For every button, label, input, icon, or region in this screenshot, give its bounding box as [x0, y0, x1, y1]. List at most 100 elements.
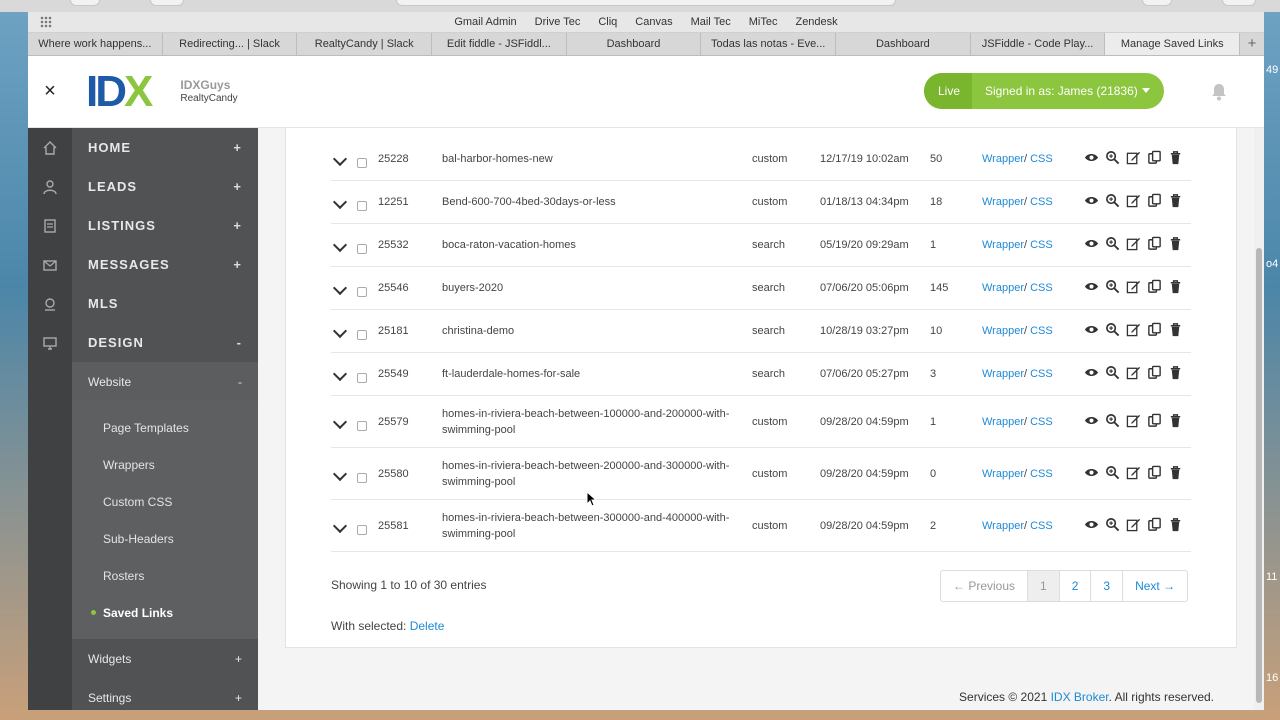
eye-icon[interactable] — [1084, 279, 1099, 297]
row-checkbox[interactable] — [357, 420, 367, 431]
expand-row-chevron-icon[interactable] — [331, 366, 353, 382]
css-link[interactable]: CSS — [1030, 196, 1053, 208]
css-link[interactable]: CSS — [1030, 368, 1053, 380]
rail-home[interactable] — [28, 128, 72, 167]
eye-icon[interactable] — [1084, 236, 1099, 254]
wrapper-link[interactable]: Wrapper — [982, 416, 1024, 428]
idx-logo[interactable]: IDX — [86, 69, 153, 114]
expand-row-chevron-icon[interactable] — [331, 323, 353, 339]
sidebar-item-design[interactable]: DESIGN - — [72, 323, 258, 362]
pagination-previous[interactable]: ← Previous — [941, 571, 1029, 601]
apps-grid-icon[interactable] — [40, 16, 52, 28]
row-checkbox[interactable] — [357, 330, 367, 340]
edit-icon[interactable] — [1126, 365, 1141, 383]
edit-icon[interactable] — [1126, 193, 1141, 211]
copy-icon[interactable] — [1147, 413, 1162, 431]
edit-icon[interactable] — [1126, 465, 1141, 483]
sidebar-item-wrappers[interactable]: Wrappers — [72, 446, 258, 483]
css-link[interactable]: CSS — [1030, 416, 1053, 428]
css-link[interactable]: CSS — [1030, 239, 1053, 251]
sidebar-item-mls[interactable]: MLS — [72, 284, 258, 323]
zoom-icon[interactable] — [1105, 279, 1120, 297]
sidebar-item-home[interactable]: HOME + — [72, 128, 258, 167]
zoom-icon[interactable] — [1105, 193, 1120, 211]
browser-tab[interactable]: Dashboard — [836, 33, 971, 55]
css-link[interactable]: CSS — [1030, 153, 1053, 165]
close-icon[interactable]: × — [28, 80, 72, 103]
row-checkbox[interactable] — [357, 373, 367, 383]
css-link[interactable]: CSS — [1030, 282, 1053, 294]
toolbar-button[interactable] — [1142, 0, 1172, 6]
sidebar-item-rosters[interactable]: Rosters — [72, 557, 258, 594]
bookmark-gmail-admin[interactable]: Gmail Admin — [454, 16, 516, 28]
sidebar-item-website[interactable]: Website - — [72, 362, 258, 401]
trash-icon[interactable] — [1168, 193, 1183, 211]
row-checkbox[interactable] — [357, 158, 367, 168]
trash-icon[interactable] — [1168, 365, 1183, 383]
copy-icon[interactable] — [1147, 365, 1162, 383]
sidebar-item-settings[interactable]: Settings + — [72, 678, 258, 710]
pagination-page-1[interactable]: 1 — [1028, 571, 1060, 601]
eye-icon[interactable] — [1084, 517, 1099, 535]
sidebar-item-messages[interactable]: MESSAGES + — [72, 245, 258, 284]
zoom-icon[interactable] — [1105, 150, 1120, 168]
bell-icon[interactable] — [1209, 82, 1229, 102]
bookmark-mail-tec[interactable]: Mail Tec — [691, 16, 731, 28]
bookmark-mitec[interactable]: MiTec — [749, 16, 778, 28]
signed-in-dropdown[interactable]: Signed in as: James (21836) — [972, 84, 1164, 98]
zoom-icon[interactable] — [1105, 517, 1120, 535]
edit-icon[interactable] — [1126, 150, 1141, 168]
address-bar[interactable] — [396, 0, 896, 6]
browser-tab[interactable]: Where work happens... — [28, 33, 163, 55]
expand-row-chevron-icon[interactable] — [331, 280, 353, 296]
trash-icon[interactable] — [1168, 322, 1183, 340]
rail-listings[interactable] — [28, 206, 72, 245]
browser-tab[interactable]: RealtyCandy | Slack — [297, 33, 433, 55]
browser-tab[interactable]: Dashboard — [567, 33, 702, 55]
trash-icon[interactable] — [1168, 150, 1183, 168]
row-checkbox[interactable] — [357, 472, 367, 483]
copy-icon[interactable] — [1147, 193, 1162, 211]
bookmark-zendesk[interactable]: Zendesk — [795, 16, 837, 28]
idx-broker-link[interactable]: IDX Broker — [1051, 690, 1109, 704]
sidebar-item-leads[interactable]: LEADS + — [72, 167, 258, 206]
sidebar-item-page-templates[interactable]: Page Templates — [72, 409, 258, 446]
row-checkbox[interactable] — [357, 524, 367, 535]
eye-icon[interactable] — [1084, 322, 1099, 340]
wrapper-link[interactable]: Wrapper — [982, 520, 1024, 532]
edit-icon[interactable] — [1126, 236, 1141, 254]
edit-icon[interactable] — [1126, 517, 1141, 535]
wrapper-link[interactable]: Wrapper — [982, 153, 1024, 165]
trash-icon[interactable] — [1168, 413, 1183, 431]
eye-icon[interactable] — [1084, 413, 1099, 431]
pagination-next[interactable]: Next → — [1123, 571, 1187, 601]
edit-icon[interactable] — [1126, 279, 1141, 297]
bookmark-drive-tec[interactable]: Drive Tec — [535, 16, 581, 28]
copy-icon[interactable] — [1147, 517, 1162, 535]
copy-icon[interactable] — [1147, 465, 1162, 483]
copy-icon[interactable] — [1147, 322, 1162, 340]
wrapper-link[interactable]: Wrapper — [982, 468, 1024, 480]
bookmark-canvas[interactable]: Canvas — [635, 16, 672, 28]
bookmark-cliq[interactable]: Cliq — [598, 16, 617, 28]
trash-icon[interactable] — [1168, 279, 1183, 297]
eye-icon[interactable] — [1084, 150, 1099, 168]
wrapper-link[interactable]: Wrapper — [982, 196, 1024, 208]
trash-icon[interactable] — [1168, 517, 1183, 535]
browser-tab[interactable]: Redirecting... | Slack — [163, 33, 298, 55]
window-control[interactable] — [70, 0, 100, 6]
row-checkbox[interactable] — [357, 201, 367, 211]
trash-icon[interactable] — [1168, 236, 1183, 254]
expand-row-chevron-icon[interactable] — [331, 194, 353, 210]
live-status[interactable]: Live — [924, 73, 973, 109]
expand-row-chevron-icon[interactable] — [331, 237, 353, 253]
eye-icon[interactable] — [1084, 193, 1099, 211]
pagination-page-2[interactable]: 2 — [1060, 571, 1092, 601]
row-checkbox[interactable] — [357, 287, 367, 297]
browser-tab[interactable]: Edit fiddle - JSFiddl... — [432, 33, 567, 55]
copy-icon[interactable] — [1147, 150, 1162, 168]
pagination-page-3[interactable]: 3 — [1091, 571, 1124, 601]
edit-icon[interactable] — [1126, 413, 1141, 431]
sidebar-item-listings[interactable]: LISTINGS + — [72, 206, 258, 245]
copy-icon[interactable] — [1147, 236, 1162, 254]
